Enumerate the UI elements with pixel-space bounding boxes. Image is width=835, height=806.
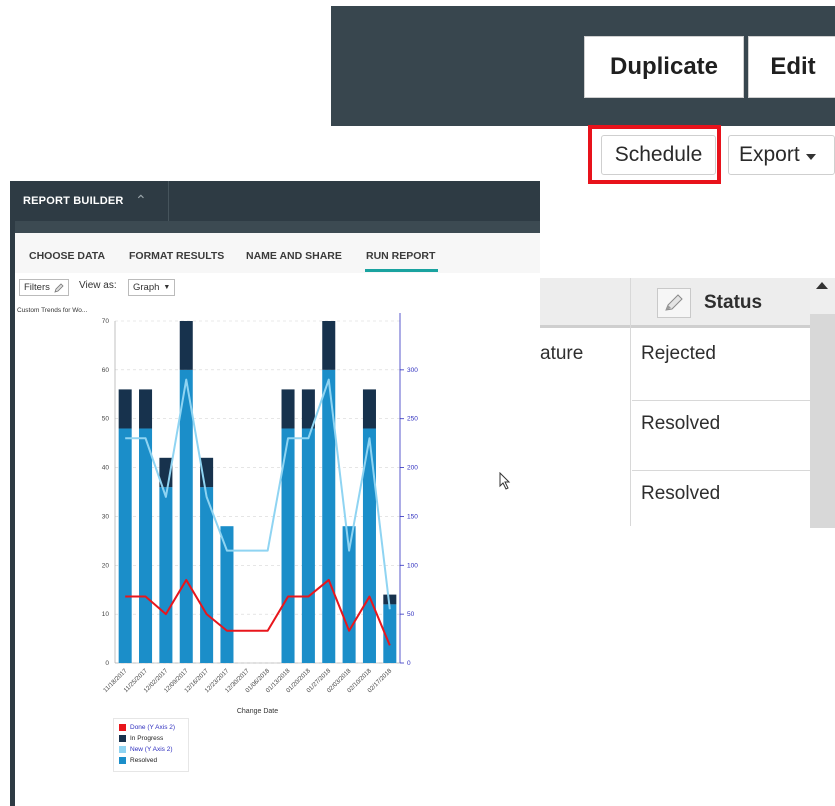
bar-resolved <box>139 428 153 663</box>
y-tick-label: 0 <box>105 660 109 667</box>
legend-swatch <box>119 757 126 764</box>
top-toolbar: Duplicate Edit <box>331 6 835 126</box>
status-cell: Resolved <box>641 483 721 504</box>
export-label: Export <box>739 143 800 166</box>
table-cell: ature <box>540 343 584 364</box>
bar-resolved <box>179 369 193 663</box>
legend-label: Done (Y Axis 2) <box>130 724 176 731</box>
column-divider <box>630 278 631 526</box>
y2-tick-label: 250 <box>407 416 418 423</box>
y2-tick-label: 100 <box>407 562 418 569</box>
bar-in-progress <box>118 389 132 429</box>
scroll-up-arrow-icon[interactable] <box>816 282 828 289</box>
vertical-scrollbar[interactable] <box>810 278 835 528</box>
status-column-header[interactable]: Status <box>657 288 762 318</box>
y-tick-label: 50 <box>102 416 110 423</box>
legend-swatch <box>119 735 126 742</box>
status-cell: Resolved <box>641 413 721 434</box>
bar-resolved <box>159 487 173 663</box>
legend-label: New (Y Axis 2) <box>130 746 173 753</box>
status-cell: Rejected <box>641 343 716 364</box>
legend-item-resolved: Resolved <box>119 757 157 764</box>
y2-tick-label: 300 <box>407 367 418 374</box>
y2-tick-label: 150 <box>407 513 418 520</box>
bar-resolved <box>220 526 234 663</box>
results-table: Status ature Rejected Resolved Resolved <box>540 278 835 528</box>
y-tick-label: 30 <box>102 513 110 520</box>
y-tick-label: 20 <box>102 562 110 569</box>
legend-swatch <box>119 724 126 731</box>
y2-tick-label: 200 <box>407 465 418 472</box>
x-axis-label: Change Date <box>237 708 278 715</box>
chart-legend: Done (Y Axis 2) In Progress New (Y Axis … <box>113 718 189 772</box>
y-tick-label: 10 <box>102 611 110 618</box>
bar-resolved <box>118 428 132 663</box>
bar-in-progress <box>362 389 376 429</box>
mouse-cursor-icon <box>499 472 511 490</box>
bar-resolved <box>200 487 214 663</box>
duplicate-button[interactable]: Duplicate <box>584 36 744 98</box>
y-tick-label: 70 <box>102 318 110 325</box>
report-builder-panel: REPORT BUILDER ⌃ CHOOSE DATA FORMAT RESU… <box>10 181 540 806</box>
legend-item-in-progress: In Progress <box>119 735 163 742</box>
y-tick-label: 40 <box>102 465 110 472</box>
scroll-thumb[interactable] <box>810 314 835 528</box>
caret-down-icon <box>805 153 816 160</box>
legend-label: Resolved <box>130 757 158 764</box>
row-divider <box>632 470 810 471</box>
bar-in-progress <box>281 389 295 429</box>
bar-in-progress <box>322 321 336 370</box>
export-dropdown-button[interactable]: Export <box>728 135 835 175</box>
bar-in-progress <box>179 321 193 370</box>
y2-tick-label: 0 <box>407 660 411 667</box>
row-divider <box>632 400 810 401</box>
table-header-row: Status <box>540 278 810 328</box>
y-tick-label: 60 <box>102 367 110 374</box>
bar-resolved <box>301 428 315 663</box>
legend-item-new: New (Y Axis 2) <box>119 746 173 753</box>
legend-item-done: Done (Y Axis 2) <box>119 724 175 731</box>
y2-tick-label: 50 <box>407 611 415 618</box>
legend-label: In Progress <box>130 735 164 742</box>
edit-button[interactable]: Edit <box>748 36 835 98</box>
trend-chart: 01020304050607005010015020025030011/18/2… <box>102 313 418 715</box>
legend-swatch <box>119 746 126 753</box>
schedule-button[interactable]: Schedule <box>601 135 716 175</box>
bar-in-progress <box>139 389 153 429</box>
status-header-label: Status <box>704 292 763 313</box>
pencil-icon[interactable] <box>657 288 691 318</box>
